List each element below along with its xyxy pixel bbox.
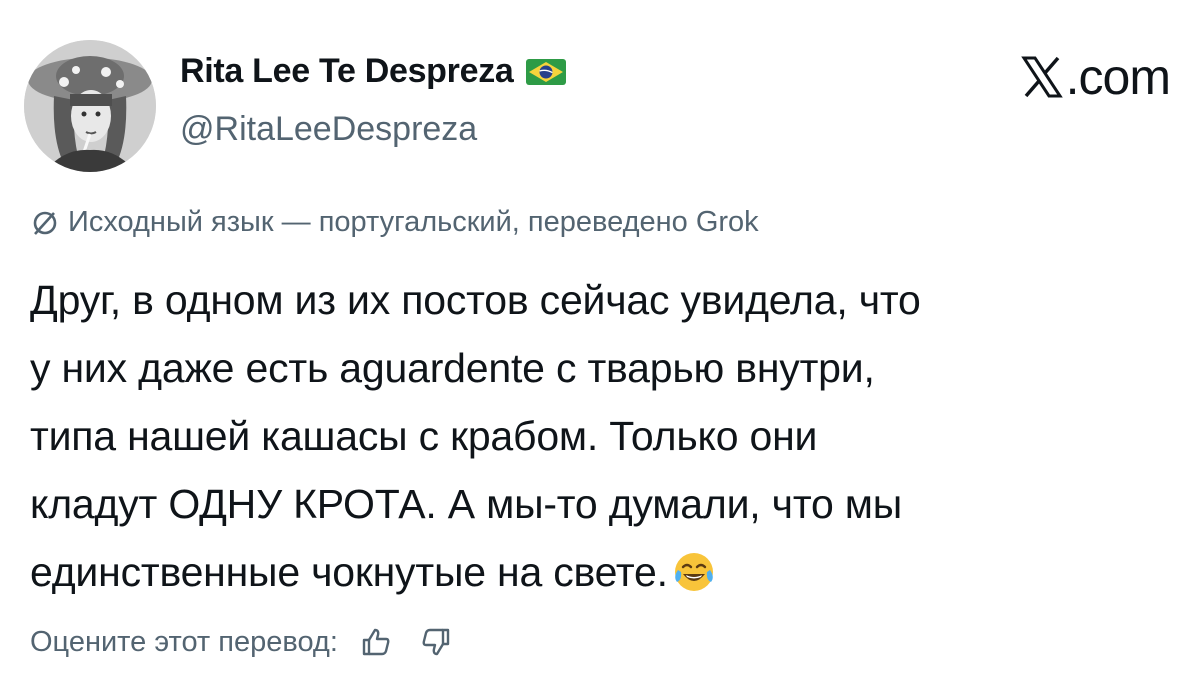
- thumbs-up-icon: [362, 628, 390, 656]
- tweet-header: Rita Lee Te Despreza @RitaLeeDespreza .c…: [24, 30, 1184, 172]
- brand-logo: .com: [1020, 48, 1171, 106]
- brazil-flag-icon: [525, 58, 566, 85]
- x-logo-icon: [1020, 56, 1063, 98]
- tweet-last-line: единственные чокнутые на свете.: [30, 538, 1170, 606]
- tweet-line: типа нашей кашасы с крабом. Только они: [30, 413, 818, 459]
- display-name[interactable]: Rita Lee Te Despreza: [180, 52, 514, 91]
- brand-domain: .com: [1065, 49, 1171, 105]
- face-with-tears-of-joy-icon: [674, 553, 713, 591]
- rate-translation-label: Оцените этот перевод:: [30, 625, 338, 658]
- globe-slash-icon: [33, 211, 57, 235]
- tweet-line: Друг, в одном из их постов сейчас увидел…: [30, 277, 921, 323]
- name-row: Rita Lee Te Despreza: [180, 52, 566, 91]
- avatar-photo: [24, 40, 156, 172]
- thumbs-down-icon: [422, 628, 450, 656]
- avatar[interactable]: [24, 40, 156, 172]
- tweet-text: Друг, в одном из их постов сейчас увидел…: [30, 266, 1170, 606]
- rate-translation: Оцените этот перевод:: [30, 622, 456, 662]
- tweet-line: кладут ОДНУ КРОТА. А мы-то думали, что м…: [30, 481, 902, 527]
- tweet-line: единственные чокнутые на свете.: [30, 549, 668, 595]
- thumbs-up-button[interactable]: [356, 622, 396, 662]
- thumbs-down-button[interactable]: [416, 622, 456, 662]
- translation-note-text: Исходный язык — португальский, переведен…: [68, 206, 759, 238]
- tweet-line: у них даже есть aguardente с тварью внут…: [30, 345, 875, 391]
- user-handle[interactable]: @RitaLeeDespreza: [180, 110, 477, 149]
- translation-note: Исходный язык — португальский, переведен…: [30, 206, 759, 239]
- tweet-screenshot: Rita Lee Te Despreza @RitaLeeDespreza .c…: [0, 0, 1200, 685]
